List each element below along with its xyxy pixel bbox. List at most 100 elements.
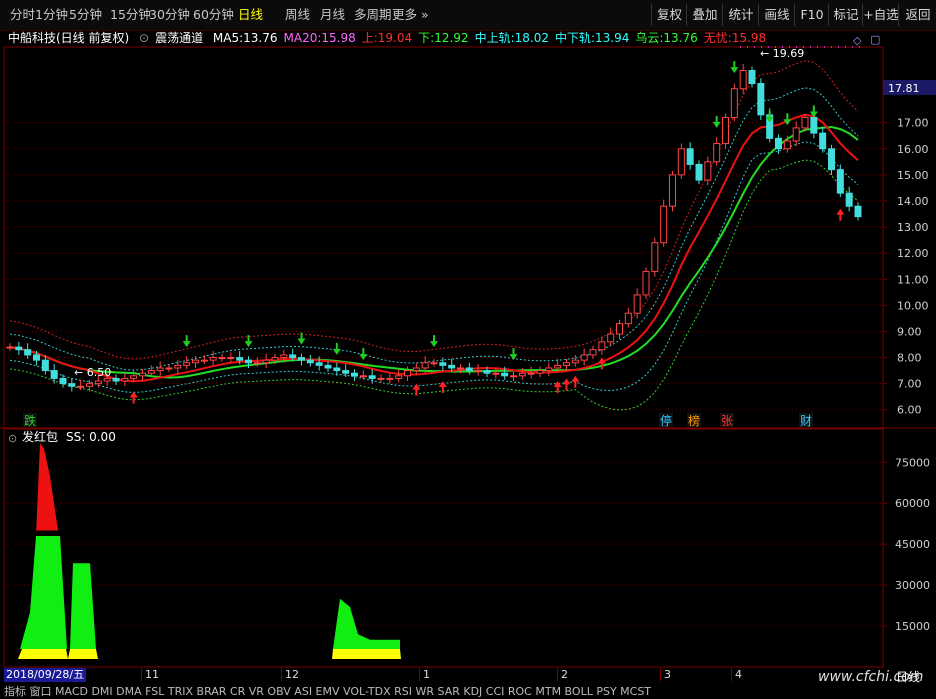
- candle-body: [262, 359, 270, 364]
- volume-base: [18, 649, 68, 659]
- candle-body: [730, 88, 738, 118]
- date-first-label: 2018/09/28/五: [4, 668, 87, 682]
- event-tag-label: 榜: [688, 413, 700, 428]
- period-tab-7[interactable]: 周线: [285, 6, 310, 24]
- volume-area: [70, 563, 96, 649]
- candle-body: [571, 359, 579, 364]
- candle-body: [112, 377, 120, 382]
- buy-arrow-icon: [129, 391, 138, 404]
- candle-body: [298, 357, 305, 361]
- candle-body: [130, 375, 138, 379]
- sell-arrow-icon: [359, 348, 368, 361]
- candle-body: [439, 362, 447, 366]
- kline-chart[interactable]: ◇ ▢ 17.00 16.00 15.00 14.00 13.00 12.00 11.00 1…: [0, 30, 936, 670]
- candle-body: [510, 375, 517, 378]
- candle-body: [828, 148, 835, 171]
- price-tick-label: 6.00: [897, 404, 922, 417]
- toolbar-button-3[interactable]: 画线: [758, 4, 795, 26]
- candle-body: [757, 83, 765, 116]
- event-tag-label: 张: [721, 414, 733, 428]
- candle-body: [775, 137, 782, 150]
- candle-body: [359, 375, 367, 378]
- candle-body: [457, 367, 464, 370]
- buy-arrow-icon: [836, 208, 845, 221]
- candle-body: [554, 364, 562, 369]
- indicator-tabs[interactable]: 指标 窗口 MACD DMI DMA FSL TRIX BRAR CR VR O…: [4, 683, 804, 699]
- volume-base: [332, 649, 401, 659]
- toolbar-button-1[interactable]: 叠加: [686, 4, 723, 26]
- volume-tick-label: 30000: [895, 579, 930, 592]
- candle-body: [33, 354, 40, 361]
- period-tab-10[interactable]: 更多 »: [392, 6, 429, 24]
- candle-body: [819, 132, 827, 150]
- candle-body: [271, 357, 279, 361]
- toolbar-button-0[interactable]: 复权: [651, 4, 687, 26]
- toolbar-button-6[interactable]: +自选: [862, 4, 899, 26]
- period-tab-0[interactable]: 分时: [10, 6, 35, 24]
- candle-body: [633, 294, 641, 314]
- period-tab-3[interactable]: 15分钟: [110, 6, 151, 24]
- period-tab-9[interactable]: 多周期: [354, 6, 392, 24]
- event-tag-label: 跌: [24, 413, 36, 428]
- sell-arrow-icon: [712, 115, 721, 128]
- candle-body: [50, 370, 58, 379]
- candle-body: [854, 205, 862, 218]
- sub-indicator-name[interactable]: 发红包: [22, 429, 58, 444]
- candle-body: [545, 367, 553, 372]
- toolbar-button-4[interactable]: F10: [794, 4, 829, 26]
- sell-arrow-icon: [509, 348, 518, 361]
- candle-body: [783, 140, 791, 150]
- panel-menu-icon[interactable]: ▢: [870, 33, 880, 46]
- price-tick-label: 13.00: [897, 221, 929, 234]
- candle-body: [86, 383, 93, 387]
- date-axis: 2018/09/28/五 11 12 1 2 3 4 日线 指标 窗口 MACD DMI …: [0, 668, 936, 698]
- toolbar-button-7[interactable]: 返回: [898, 4, 936, 26]
- candle-body: [41, 359, 49, 372]
- toolbar-button-2[interactable]: 统计: [722, 4, 759, 26]
- volume-area-red: [36, 443, 58, 536]
- period-tab-8[interactable]: 月线: [320, 6, 345, 24]
- candle-body: [324, 364, 332, 369]
- candle-body: [183, 362, 191, 366]
- candle-body: [94, 380, 102, 385]
- candle-body: [386, 377, 394, 380]
- low-price-label: ← 6.50: [74, 366, 111, 379]
- current-price-tag: 17.81: [888, 82, 920, 95]
- price-tick-label: 8.00: [897, 352, 922, 365]
- toolbar-button-5[interactable]: 标记: [828, 4, 863, 26]
- candle-body: [474, 370, 482, 373]
- candle-body: [669, 174, 676, 207]
- period-tab-5[interactable]: 60分钟: [193, 6, 234, 24]
- buy-arrow-icon: [562, 378, 571, 391]
- period-tab-1[interactable]: 1分钟: [35, 6, 68, 24]
- candle-body: [589, 349, 597, 356]
- candle-body: [677, 148, 685, 176]
- sub-toggle-icon[interactable]: ⊙: [8, 432, 17, 445]
- price-tick-label: 14.00: [897, 195, 929, 208]
- candle-body: [563, 362, 570, 366]
- candle-body: [801, 116, 809, 129]
- candle-body: [713, 143, 721, 163]
- month-label: 12: [281, 668, 299, 681]
- volume-base: [68, 649, 98, 659]
- volume-area: [20, 535, 67, 649]
- candle-body: [624, 312, 632, 325]
- high-price-label: ← 19.69: [760, 47, 804, 60]
- candle-body: [6, 346, 14, 349]
- buy-arrow-icon: [597, 357, 606, 370]
- candle-body: [253, 362, 261, 365]
- candle-body: [430, 362, 438, 365]
- candle-body: [518, 372, 526, 377]
- period-tab-2[interactable]: 5分钟: [69, 6, 102, 24]
- candle-body: [245, 359, 252, 364]
- window-toggle-icon[interactable]: ◇: [853, 34, 862, 47]
- watermark: www.cfchi.com: [818, 669, 924, 685]
- period-toolbar: 分时 1分钟 5分钟 15分钟 30分钟 60分钟 日线 周线 月线 多周期 更多 » 复权 叠加 统计…: [0, 0, 936, 31]
- candle-body: [59, 377, 67, 385]
- period-tab-6[interactable]: 日线: [238, 6, 263, 24]
- candle-body: [412, 367, 420, 372]
- mid-upper-band-line: [9, 87, 859, 371]
- period-tab-4[interactable]: 30分钟: [149, 6, 190, 24]
- candle-body: [68, 383, 76, 387]
- mid-lower-band-line: [9, 141, 859, 393]
